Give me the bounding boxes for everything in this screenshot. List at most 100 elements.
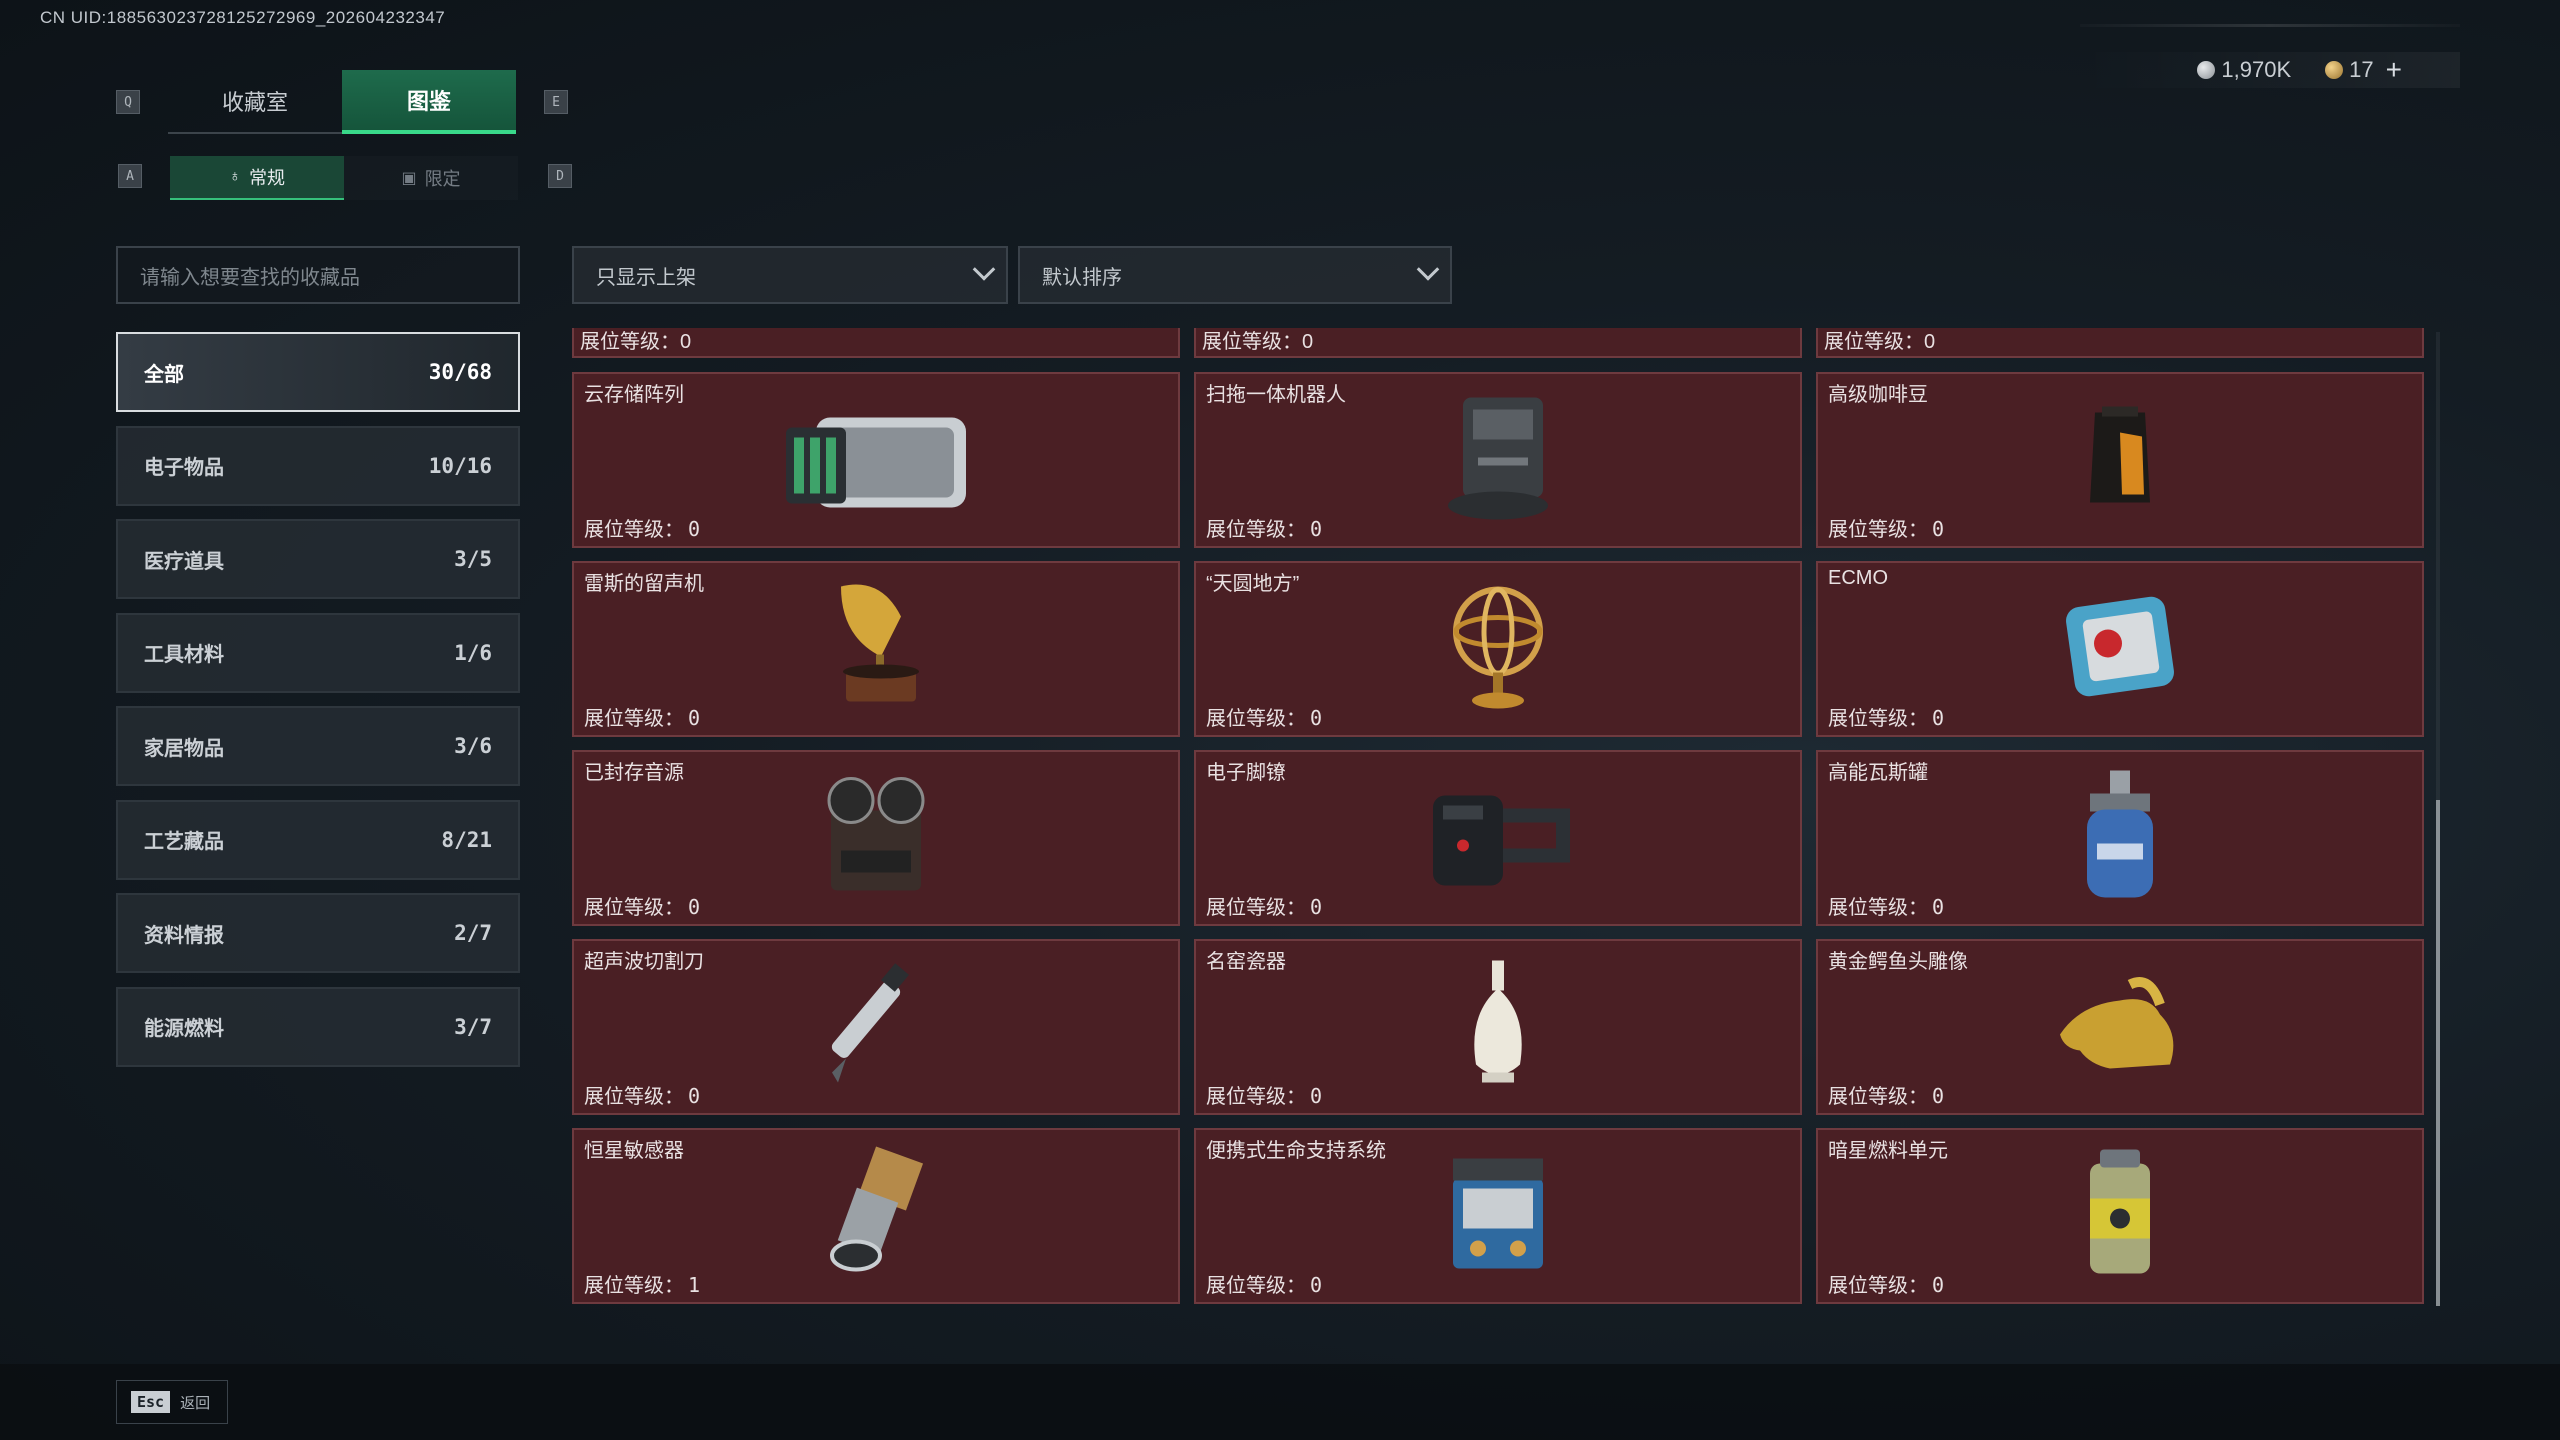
silver-currency: 1,970K [2197, 57, 2291, 83]
main-tabs: 收藏室 图鉴 [168, 70, 516, 134]
collection-card[interactable]: “天圆地方” 展位等级： 0 [1194, 561, 1802, 737]
item-name: 电子脚镣 [1206, 762, 1286, 784]
booth-level: 展位等级：0 [1206, 517, 1323, 541]
chevron-down-icon [1416, 258, 1440, 281]
collection-card-partial[interactable]: 展位等级：0 [1194, 328, 1802, 358]
key-hint-a: A [118, 164, 142, 188]
category-label: 全部 [144, 363, 184, 386]
robot-vacuum-icon [1438, 388, 1558, 533]
item-name: “天圆地方” [1206, 573, 1300, 595]
category-label: 工艺藏品 [144, 831, 224, 853]
category-label: 家居物品 [144, 737, 224, 760]
add-currency-button[interactable]: + [2386, 54, 2402, 86]
collection-card[interactable]: 超声波切割刀 展位等级： 0 [572, 939, 1180, 1115]
currency-bar: 1,970K 17 + [2080, 52, 2460, 88]
gold-amount: 17 [2349, 57, 2374, 82]
coffee-bag-icon [2080, 403, 2160, 518]
category-item[interactable]: 全部 30/68 [116, 332, 520, 412]
star-sensor-icon [816, 1144, 936, 1289]
category-count: 2/7 [454, 921, 492, 945]
shelf-filter-dropdown[interactable]: 只显示上架 [572, 246, 1008, 304]
key-hint-q: Q [116, 90, 140, 114]
item-name: 暗星燃料单元 [1828, 1140, 1948, 1162]
armillary-sphere-icon [1443, 577, 1553, 722]
ankle-monitor-icon [1423, 776, 1573, 901]
shelf-filter-value: 只显示上架 [596, 266, 696, 289]
ultrasonic-knife-icon [816, 955, 936, 1100]
category-item[interactable]: 家居物品 3/6 [116, 706, 520, 786]
gold-currency: 17 + [2325, 54, 2402, 86]
collection-card[interactable]: 高级咖啡豆展位等级： 0 [1816, 372, 2424, 548]
booth-level: 展位等级：0 [1206, 1084, 1323, 1108]
category-count: 3/7 [454, 1014, 492, 1039]
sort-dropdown[interactable]: 默认排序 [1018, 246, 1452, 304]
porcelain-vase-icon [1458, 955, 1538, 1100]
category-label: 电子物品 [144, 457, 224, 479]
fuel-cell-icon [2075, 1144, 2165, 1289]
collection-card[interactable]: 云存储阵列 展位等级： 0 [572, 372, 1180, 548]
back-button[interactable]: Esc 返回 [116, 1380, 228, 1424]
key-hint-e: E [544, 90, 568, 114]
subtab-regular[interactable]: ♁ 常规 [170, 156, 344, 200]
chevron-down-icon [972, 258, 996, 281]
collection-card[interactable]: 电子脚镣 展位等级： 0 [1194, 750, 1802, 926]
booth-level: 展位等级：0 [584, 895, 701, 919]
tab-collection-room[interactable]: 收藏室 [168, 70, 342, 134]
sort-value: 默认排序 [1042, 266, 1122, 289]
collection-card[interactable]: 恒星敏感器展位等级： 1 [572, 1128, 1180, 1304]
category-label: 能源燃料 [144, 1018, 224, 1040]
bottom-bar [0, 1364, 2560, 1440]
category-item[interactable]: 电子物品 10/16 [116, 425, 520, 506]
booth-level: 展位等级：0 [1828, 706, 1945, 730]
item-name: 恒星敏感器 [584, 1140, 684, 1162]
subtab-limited-label: 限定 [424, 169, 461, 189]
top-divider [2080, 24, 2460, 27]
booth-level: 展位等级：0 [1824, 331, 1936, 353]
item-name: 超声波切割刀 [584, 951, 704, 973]
booth-level: 展位等级：0 [1828, 895, 1945, 919]
collection-card-partial[interactable]: 展位等级：0 [1816, 328, 2424, 358]
category-count: 8/21 [441, 827, 492, 852]
collection-card[interactable]: 名窑瓷器 展位等级： 0 [1194, 939, 1802, 1115]
collection-card[interactable]: 高能瓦斯罐 展位等级： 0 [1816, 750, 2424, 926]
collection-card[interactable]: 雷斯的留声机 展位等级： 0 [572, 561, 1180, 737]
life-support-icon [1433, 1149, 1563, 1284]
collection-card[interactable]: ECMO 展位等级： 0 [1816, 561, 2424, 737]
collection-card[interactable]: 黄金鳄鱼头雕像 展位等级： 0 [1816, 939, 2424, 1115]
category-item[interactable]: 资料情报 2/7 [116, 893, 520, 973]
collection-card[interactable]: 暗星燃料单元 展位等级： 0 [1816, 1128, 2424, 1304]
item-name: 便携式生命支持系统 [1206, 1140, 1386, 1162]
item-name: 云存储阵列 [584, 384, 684, 406]
category-item[interactable]: 工具材料 1/6 [116, 612, 520, 693]
category-item[interactable]: 医疗道具 3/5 [116, 519, 520, 599]
image-icon: ▣ [401, 170, 417, 187]
booth-level: 展位等级：0 [584, 706, 701, 730]
subtab-limited[interactable]: ▣ 限定 [344, 156, 518, 200]
silver-amount: 1,970K [2221, 57, 2292, 82]
collection-card[interactable]: 便携式生命支持系统 展位等级： 0 [1194, 1128, 1802, 1304]
booth-level: 展位等级：0 [1828, 517, 1945, 541]
item-name: 黄金鳄鱼头雕像 [1828, 951, 1968, 973]
category-item[interactable]: 工艺藏品 8/21 [116, 799, 520, 880]
gas-canister-icon [2075, 766, 2165, 911]
uid-text: CN UID:18856302372812527296​9_2026042323… [40, 8, 446, 27]
booth-level: 展位等级： 1 [584, 1273, 701, 1297]
back-label: 返回 [180, 1394, 211, 1412]
collection-card[interactable]: 已封存音源展位等级： 0 [572, 750, 1180, 926]
search-input[interactable]: 请输入想要查找的收藏品 [116, 246, 520, 304]
item-name: 已封存音源 [584, 762, 684, 784]
item-name: 高级咖啡豆 [1828, 384, 1928, 406]
reel-tape-icon [811, 771, 941, 906]
category-count: 3/6 [454, 734, 492, 758]
collection-card[interactable]: 扫拖一体机器人 展位等级： 0 [1194, 372, 1802, 548]
category-count: 1/6 [454, 640, 492, 665]
booth-level: 展位等级：0 [1828, 1273, 1945, 1297]
scrollbar-thumb[interactable] [2436, 800, 2440, 1306]
subtab-regular-label: 常规 [249, 168, 285, 188]
tab-catalog[interactable]: 图鉴 [342, 70, 516, 134]
category-item[interactable]: 能源燃料 3/7 [116, 986, 520, 1067]
category-count: 3/5 [454, 547, 492, 571]
booth-level: 展位等级：0 [1206, 706, 1323, 730]
collection-card-partial[interactable]: 展位等级：0 [572, 328, 1180, 358]
item-name: 扫拖一体机器人 [1206, 384, 1346, 406]
